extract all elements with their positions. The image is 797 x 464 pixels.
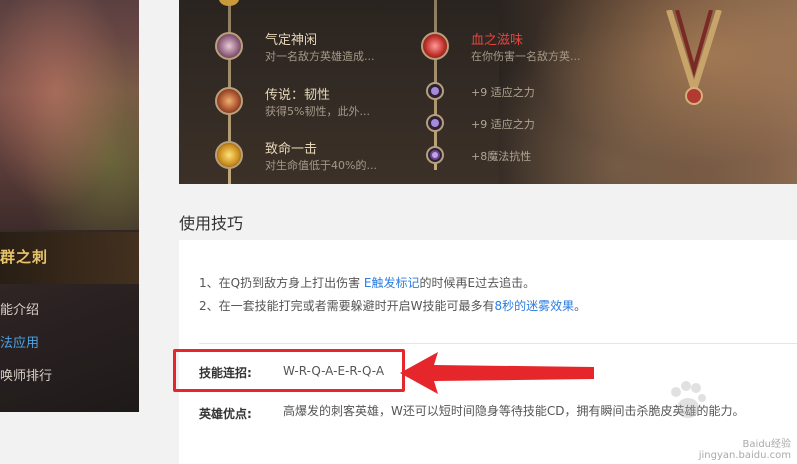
divider xyxy=(199,343,797,344)
annotation-arrow-icon xyxy=(400,352,594,394)
adaptive-force-gem xyxy=(431,119,439,127)
rune-panel: 气定神闲 对一名敌方英雄造成... 传说：韧性 获得5%韧性，此外... 致命一… xyxy=(179,0,797,184)
stat-shard: +9 适应之力 xyxy=(471,86,535,99)
rune-taste-of-blood-icon xyxy=(421,32,449,60)
stat-shard: +8魔法抗性 xyxy=(471,150,532,163)
tip-1-highlight[interactable]: E触发标记 xyxy=(364,276,420,290)
rune-title: 致命一击 xyxy=(265,142,318,157)
advantage-label: 英雄优点: xyxy=(199,407,252,421)
nav-item-ranking[interactable]: 唤师排行 xyxy=(0,366,139,399)
tip-1-prefix: 1、在Q扔到敌方身上打出伤害 xyxy=(199,276,364,290)
champion-nav: 能介绍 法应用 唤师排行 xyxy=(0,300,139,399)
rune-title: 气定神闲 xyxy=(265,33,318,48)
nav-item-usage[interactable]: 法应用 xyxy=(0,333,139,366)
rune-presence-icon xyxy=(215,32,243,60)
nav-item-skills[interactable]: 能介绍 xyxy=(0,300,139,333)
rune-coup-de-grace-icon xyxy=(215,141,243,169)
keystone-icon xyxy=(219,0,239,6)
rune-desc: 在你伤害一名敌方英... xyxy=(471,50,581,63)
champion-splash-art xyxy=(0,0,139,230)
watermark-url: jingyan.baidu.com xyxy=(698,450,791,461)
rune-title: 血之滋味 xyxy=(471,33,524,48)
stat-shard: +9 适应之力 xyxy=(471,118,535,131)
tip-1-suffix: 的时候再E过去追击。 xyxy=(419,276,536,290)
magic-resist-gem xyxy=(430,150,440,160)
baidu-paw-logo xyxy=(671,381,706,418)
rune-background-art xyxy=(499,0,797,184)
tip-2: 2、在一套技能打完或者需要躲避时开启W技能可最多有8秒的迷雾效果。 xyxy=(199,297,586,314)
watermark-brand: Baidu经验 xyxy=(742,439,791,450)
rune-legend-tenacity-icon xyxy=(215,87,243,115)
annotation-box xyxy=(173,349,405,392)
adaptive-force-gem xyxy=(431,87,439,95)
rune-desc: 对一名敌方英雄造成... xyxy=(265,50,375,63)
rune-title: 传说：韧性 xyxy=(265,88,331,103)
tip-1: 1、在Q扔到敌方身上打出伤害 E触发标记的时候再E过去追击。 xyxy=(199,274,535,291)
rune-desc: 获得5%韧性，此外... xyxy=(265,105,370,118)
watermark: Baidu经验 jingyan.baidu.com xyxy=(699,435,791,461)
rune-desc: 对生命值低于40%的... xyxy=(265,159,377,172)
champion-sidebar: 群之刺 能介绍 法应用 唤师排行 xyxy=(0,0,139,412)
tip-2-suffix: 。 xyxy=(574,299,587,313)
section-title: 使用技巧 xyxy=(179,214,244,233)
advantage-text: 高爆发的刺客英雄，W还可以短时间隐身等待技能CD，拥有瞬间击杀脆皮英雄的能力。 xyxy=(283,404,745,418)
tip-2-prefix: 2、在一套技能打完或者需要躲避时开启W技能可最多有 xyxy=(199,299,495,313)
domination-emblem-icon xyxy=(666,10,722,105)
page-root: 群之刺 能介绍 法应用 唤师排行 气定神闲 对一名敌方英雄造成... 传说：韧性… xyxy=(0,0,797,464)
tip-2-highlight[interactable]: 8秒的迷雾效果 xyxy=(495,299,575,313)
champion-name: 群之刺 xyxy=(0,248,49,266)
